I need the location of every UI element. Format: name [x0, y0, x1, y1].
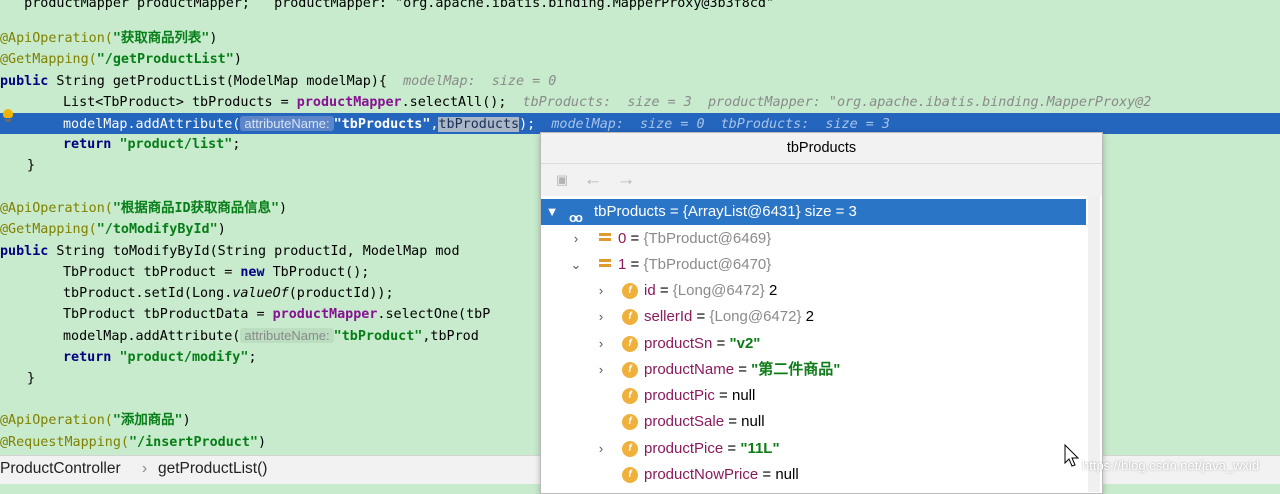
list-item-icon — [599, 233, 611, 246]
breadcrumb-separator: › — [142, 460, 148, 477]
chevron-down-icon[interactable]: ⌄ — [569, 252, 583, 278]
field-icon: f — [622, 336, 638, 352]
mouse-pointer-icon — [1064, 444, 1080, 467]
chevron-right-icon[interactable]: › — [594, 278, 608, 304]
breadcrumb-item-method[interactable]: getProductList() — [158, 460, 267, 478]
list-item-icon — [599, 259, 611, 272]
chevron-down-icon[interactable]: ▼ — [545, 199, 559, 225]
code-line: public String getProductList(ModelMap mo… — [0, 74, 557, 89]
code-line: productMapper productMapper; productMapp… — [0, 0, 1280, 14]
lightbulb-icon[interactable] — [2, 109, 14, 123]
tree-row-field-productPice[interactable]: › f productPice = "11L" — [541, 436, 1086, 462]
field-icon: f — [622, 467, 638, 483]
tree-row-tbProducts[interactable]: ▼ oo tbProducts = {ArrayList@6431} size … — [541, 199, 1086, 225]
chevron-right-icon[interactable]: › — [594, 331, 608, 357]
field-icon: f — [622, 414, 638, 430]
back-arrow-icon[interactable]: ← — [581, 168, 605, 192]
tree-row-item-0[interactable]: › 0 = {TbProduct@6469} — [541, 226, 1086, 252]
code-text: productMapper productMapper; productMapp… — [0, 0, 774, 11]
code-line: @GetMapping("/getProductList") — [0, 52, 242, 67]
chevron-right-icon[interactable]: › — [594, 357, 608, 383]
tree-row-field-sellerId[interactable]: › f sellerId = {Long@6472} 2 — [541, 304, 1086, 330]
tree-row-field-productSale[interactable]: f productSale = null — [541, 409, 1086, 435]
breadcrumb-item-class[interactable]: ProductController — [0, 460, 121, 478]
inline-debug-value: tbProducts: size = 3 productMapper: "org… — [506, 95, 1152, 110]
tree-row-field-productName[interactable]: › f productName = "第二件商品" — [541, 357, 1086, 383]
field-icon: f — [622, 362, 638, 378]
code-line: List<TbProduct> tbProducts = productMapp… — [63, 95, 1152, 110]
popup-title[interactable]: tbProducts — [541, 133, 1102, 164]
scrollbar[interactable] — [1088, 196, 1100, 492]
inline-debug-value: modelMap: size = 0 — [395, 74, 557, 89]
variable-inspector-popup[interactable]: tbProducts ▣ ← → ▼ oo tbProducts = {Arra… — [540, 132, 1103, 494]
field-icon: f — [622, 441, 638, 457]
code-line: @ApiOperation("获取商品列表") — [0, 31, 218, 46]
chevron-right-icon[interactable]: › — [594, 304, 608, 330]
tree-row-item-1[interactable]: ⌄ 1 = {TbProduct@6470} — [541, 252, 1086, 278]
watermark-text: https://blog.csdn.net/java_wxid — [1082, 458, 1260, 473]
field-icon: f — [622, 388, 638, 404]
tree-row-field-productNowPrice[interactable]: f productNowPrice = null — [541, 462, 1086, 488]
field-icon: f — [622, 283, 638, 299]
selected-expression[interactable]: tbProducts — [438, 117, 520, 132]
tree-row-field-productPic[interactable]: f productPic = null — [541, 383, 1086, 409]
chevron-right-icon[interactable]: › — [594, 436, 608, 462]
field-icon: f — [622, 309, 638, 325]
tree-row-field-productSn[interactable]: › f productSn = "v2" — [541, 331, 1086, 357]
forward-arrow-icon[interactable]: → — [614, 168, 638, 192]
parameter-hint: attributeName: — [240, 116, 334, 131]
parameter-hint: attributeName: — [240, 328, 334, 343]
inline-debug-value: modelMap: size = 0 tbProducts: size = 3 — [535, 117, 890, 132]
chevron-right-icon[interactable]: › — [569, 226, 583, 252]
tree-view-icon[interactable]: ▣ — [550, 168, 574, 192]
tree-row-field-id[interactable]: › f id = {Long@6472} 2 — [541, 278, 1086, 304]
current-execution-line: modelMap.addAttribute(attributeName: "tbP… — [0, 113, 1280, 134]
popup-toolbar: ▣ ← → — [541, 164, 1102, 196]
